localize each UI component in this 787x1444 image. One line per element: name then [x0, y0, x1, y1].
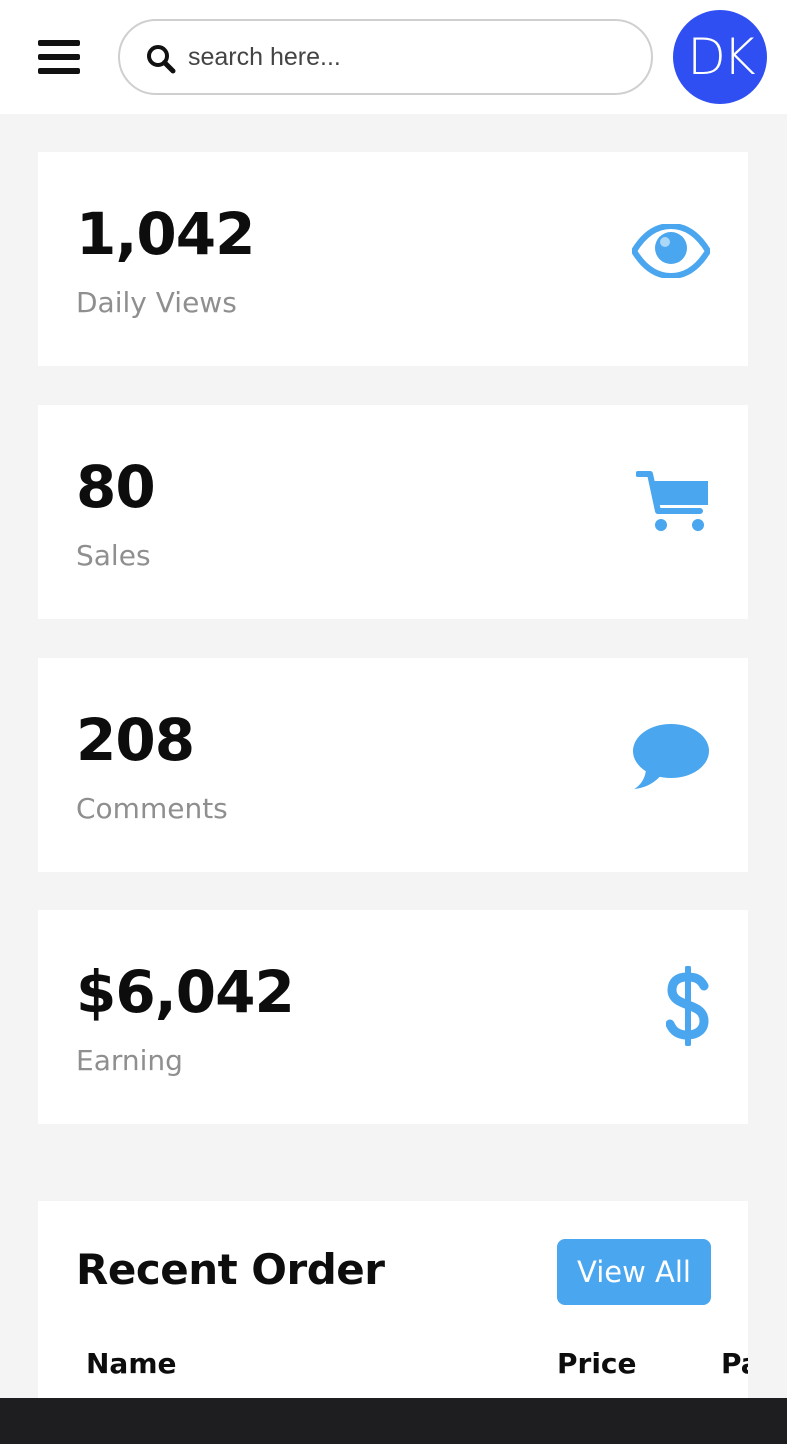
stat-value: 80	[76, 453, 156, 521]
avatar[interactable]: DK	[673, 10, 767, 104]
column-header-price: Price	[557, 1347, 637, 1380]
search-input[interactable]	[188, 37, 628, 77]
stat-card-sales: 80 Sales	[38, 405, 748, 619]
top-bar: DK	[0, 0, 787, 114]
eye-icon	[632, 224, 710, 278]
search-icon	[147, 45, 176, 74]
recent-order-panel: Recent Order View All Name Price Pa	[38, 1201, 748, 1411]
view-all-button[interactable]: View All	[557, 1239, 711, 1305]
comment-icon	[633, 724, 709, 789]
bottom-bar	[0, 1398, 787, 1444]
stat-card-daily-views: 1,042 Daily Views	[38, 152, 748, 366]
stat-value: 1,042	[76, 200, 255, 268]
search-box[interactable]	[118, 19, 653, 95]
stat-label: Comments	[76, 792, 228, 825]
menu-toggle-icon[interactable]	[38, 40, 80, 74]
stat-label: Sales	[76, 539, 151, 572]
stat-value: $6,042	[76, 958, 295, 1026]
recent-order-title: Recent Order	[76, 1245, 385, 1294]
column-header-payment: Pa	[721, 1347, 748, 1380]
column-header-name: Name	[86, 1347, 177, 1380]
dollar-icon	[666, 966, 709, 1046]
stat-label: Earning	[76, 1044, 183, 1077]
stat-label: Daily Views	[76, 286, 237, 319]
stat-card-earning: $6,042 Earning	[38, 910, 748, 1124]
cart-icon	[636, 471, 708, 531]
stat-card-comments: 208 Comments	[38, 658, 748, 872]
stat-value: 208	[76, 706, 195, 774]
